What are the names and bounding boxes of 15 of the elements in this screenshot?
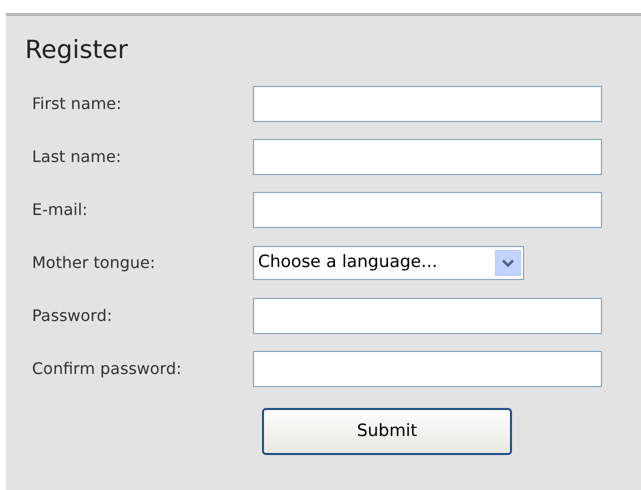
submit-button[interactable]: Submit (262, 408, 512, 455)
chevron-icon (495, 250, 521, 276)
field-label: Mother tongue: (31, 252, 156, 274)
input-field[interactable] (253, 351, 602, 387)
field-label: Password: (31, 305, 114, 327)
field-label: Confirm password: (31, 358, 182, 380)
field-label: E-mail: (31, 199, 89, 221)
field-label: Last name: (31, 146, 122, 168)
input-field[interactable] (253, 139, 602, 175)
input-field[interactable] (253, 298, 602, 334)
input-field[interactable] (253, 86, 602, 122)
form-title: Register (25, 34, 129, 66)
input-field[interactable] (253, 192, 602, 228)
field-label: First name: (31, 93, 123, 115)
select-field[interactable]: Choose a language... (253, 246, 524, 280)
